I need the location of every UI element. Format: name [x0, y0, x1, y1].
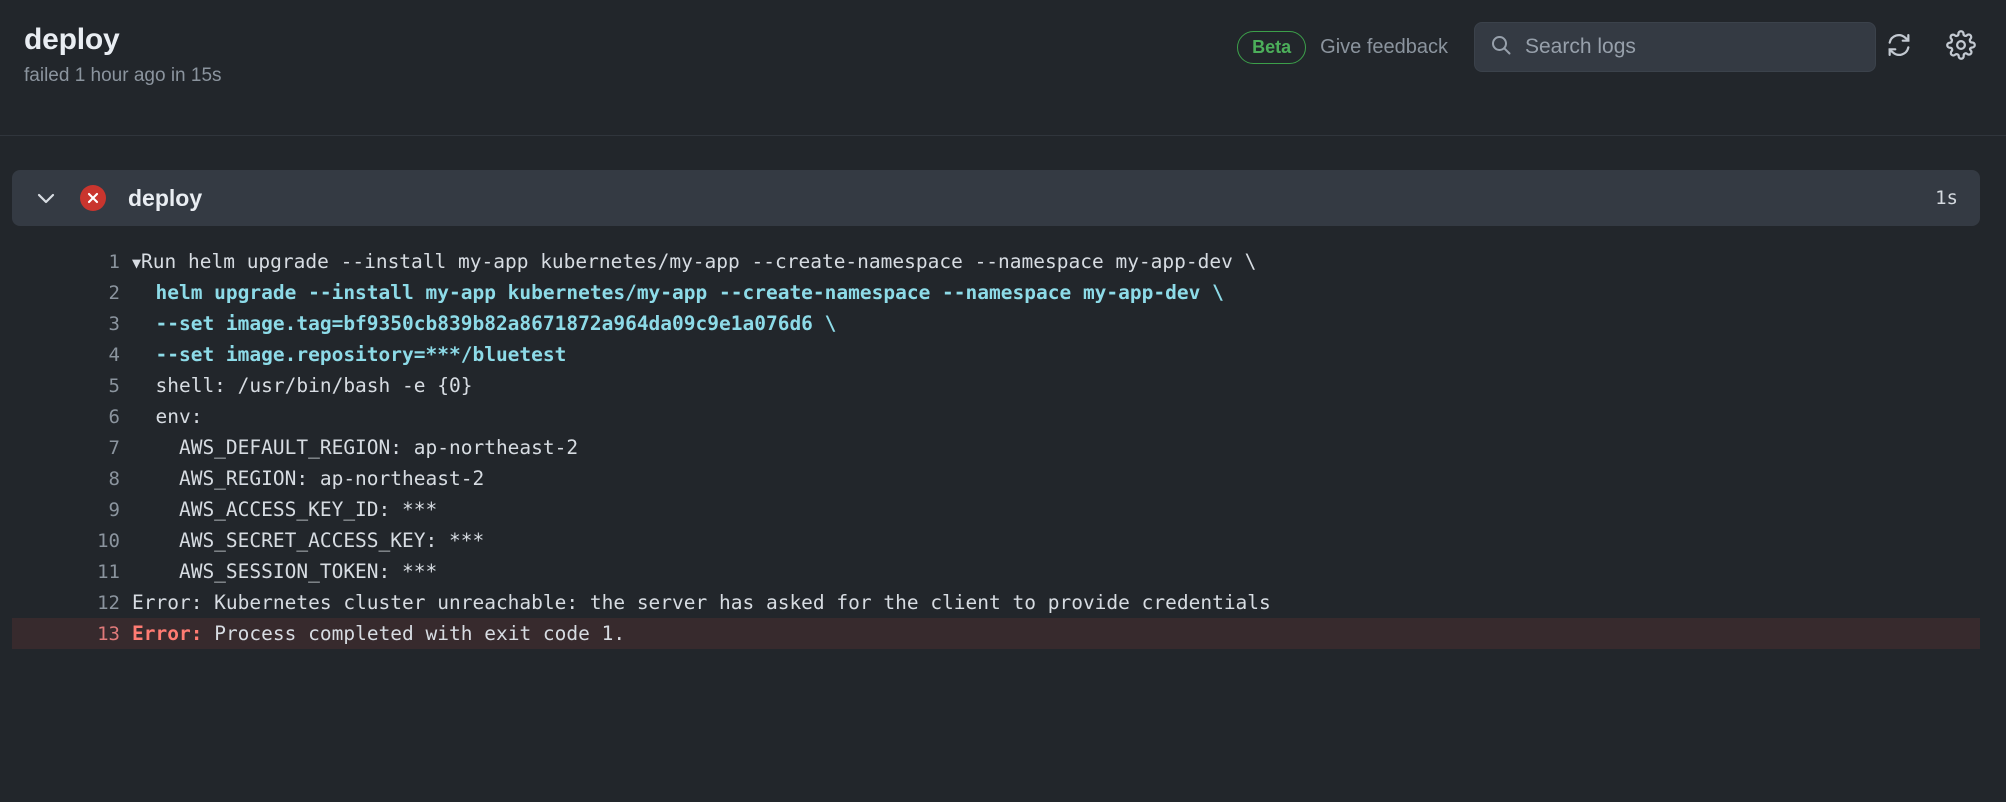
log-line: 10 AWS_SECRET_ACCESS_KEY: ***	[12, 525, 1980, 556]
job-duration: 1s	[1935, 187, 1958, 209]
log-line-number: 11	[97, 561, 120, 583]
run-status-subtitle: failed 1 hour ago in 15s	[24, 65, 222, 86]
page-header: deploy failed 1 hour ago in 15s Beta Giv…	[0, 0, 2006, 136]
log-line: 5 shell: /usr/bin/bash -e {0}	[12, 370, 1980, 401]
header-actions: Beta Give feedback Search logs	[1237, 22, 1984, 72]
log-line-text: env:	[132, 405, 203, 428]
log-line-text: AWS_SECRET_ACCESS_KEY: ***	[132, 529, 485, 552]
log-line-text: AWS_REGION: ap-northeast-2	[132, 467, 485, 490]
log-line-content: Error: Process completed with exit code …	[120, 618, 625, 649]
log-line: 3 --set image.tag=bf9350cb839b82a8671872…	[12, 308, 1980, 339]
gear-icon	[1946, 29, 1976, 65]
log-line-content: AWS_REGION: ap-northeast-2	[120, 463, 484, 494]
log-line: 12 Error: Kubernetes cluster unreachable:…	[12, 587, 1980, 618]
log-line-number: 6	[108, 406, 120, 428]
log-line-text: helm upgrade --install my-app kubernetes…	[132, 281, 1224, 304]
log-line: 11 AWS_SESSION_TOKEN: ***	[12, 556, 1980, 587]
log-line: 13 Error: Process completed with exit cod…	[12, 618, 1980, 649]
log-line-content: --set image.tag=bf9350cb839b82a8671872a9…	[120, 308, 836, 339]
log-line-content: Error: Kubernetes cluster unreachable: t…	[120, 587, 1271, 618]
refresh-icon	[1885, 31, 1913, 64]
log-line-content: AWS_DEFAULT_REGION: ap-northeast-2	[120, 432, 578, 463]
log-line-content: AWS_ACCESS_KEY_ID: ***	[120, 494, 437, 525]
log-line-number: 9	[108, 499, 120, 521]
log-line: 7 AWS_DEFAULT_REGION: ap-northeast-2	[12, 432, 1980, 463]
log-line-text: --set image.tag=bf9350cb839b82a8671872a9…	[132, 312, 837, 335]
beta-badge: Beta	[1237, 30, 1307, 64]
search-icon	[1489, 33, 1513, 62]
expand-triangle-icon[interactable]: ▼	[132, 254, 141, 272]
log-line: 6 env:	[12, 401, 1980, 432]
log-line-number: 7	[108, 437, 120, 459]
log-line-content: ▼Run helm upgrade --install my-app kuber…	[120, 246, 1256, 279]
page-title: deploy	[24, 23, 120, 56]
settings-button[interactable]	[1938, 24, 1984, 70]
job-header-row[interactable]: deploy 1s	[12, 170, 1980, 226]
search-placeholder: Search logs	[1525, 35, 1636, 58]
log-line: 4 --set image.repository=***/bluetest	[12, 339, 1980, 370]
log-line-number: 1	[108, 251, 120, 273]
log-line: 2 helm upgrade --install my-app kubernet…	[12, 277, 1980, 308]
log-line-content: helm upgrade --install my-app kubernetes…	[120, 277, 1224, 308]
log-line-number: 2	[108, 282, 120, 304]
log-output[interactable]: 1 ▼Run helm upgrade --install my-app kube…	[12, 246, 1980, 649]
log-line-text: AWS_DEFAULT_REGION: ap-northeast-2	[132, 436, 579, 459]
job-section: deploy 1s 1 ▼Run helm upgrade --install m…	[0, 136, 2006, 649]
search-logs-input[interactable]: Search logs	[1474, 22, 1876, 72]
log-line-number: 10	[97, 530, 120, 552]
log-line-content: AWS_SECRET_ACCESS_KEY: ***	[120, 525, 484, 556]
log-line: 8 AWS_REGION: ap-northeast-2	[12, 463, 1980, 494]
log-line-text: Error: Kubernetes cluster unreachable: t…	[132, 591, 1271, 614]
log-line-content: env:	[120, 401, 202, 432]
job-name: deploy	[128, 185, 203, 211]
log-line-text: Process completed with exit code 1.	[214, 622, 626, 645]
log-line-content: --set image.repository=***/bluetest	[120, 339, 566, 370]
log-line-number: 5	[108, 375, 120, 397]
chevron-down-icon[interactable]	[34, 186, 58, 210]
error-circle-x-icon	[80, 185, 106, 211]
log-line-text: AWS_SESSION_TOKEN: ***	[132, 560, 438, 583]
header-left: deploy failed 1 hour ago in 15s	[0, 0, 222, 88]
log-line-number: 8	[108, 468, 120, 490]
log-line-number: 3	[108, 313, 120, 335]
log-line: 9 AWS_ACCESS_KEY_ID: ***	[12, 494, 1980, 525]
log-line-text: --set image.repository=***/bluetest	[132, 343, 567, 366]
log-line-text: shell: /usr/bin/bash -e {0}	[132, 374, 473, 397]
log-line-number: 13	[97, 623, 120, 645]
log-line-text: Run helm upgrade --install my-app kubern…	[141, 250, 1257, 273]
error-prefix: Error:	[132, 622, 203, 645]
log-line: 1 ▼Run helm upgrade --install my-app kube…	[12, 246, 1980, 277]
log-line-text: AWS_ACCESS_KEY_ID: ***	[132, 498, 438, 521]
log-line-content: AWS_SESSION_TOKEN: ***	[120, 556, 437, 587]
give-feedback-link[interactable]: Give feedback	[1320, 35, 1448, 59]
log-line-content: shell: /usr/bin/bash -e {0}	[120, 370, 472, 401]
refresh-button[interactable]	[1876, 24, 1922, 70]
log-line-number: 4	[108, 344, 120, 366]
log-line-number: 12	[97, 592, 120, 614]
